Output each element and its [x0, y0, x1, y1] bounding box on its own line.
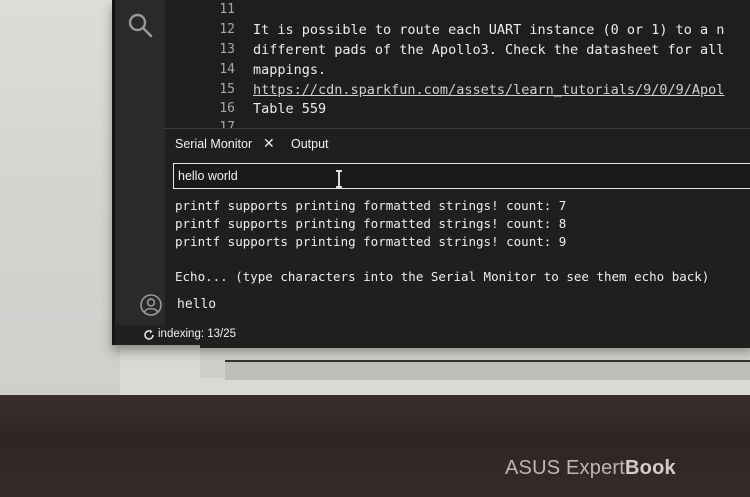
- line-number: 14: [219, 62, 235, 77]
- editor-line: 16 Table 559: [165, 101, 750, 121]
- indexing-status: indexing: 13/25: [158, 328, 237, 340]
- editor-line: 15 https://cdn.sparkfun.com/assets/learn…: [165, 82, 750, 102]
- serial-output-line: printf supports printing formatted strin…: [175, 216, 567, 231]
- line-number: 11: [219, 2, 235, 17]
- editor-line: 14 mappings.: [165, 62, 750, 82]
- editor-line: 17: [165, 120, 750, 128]
- serial-output-line: Echo... (type characters into the Serial…: [175, 269, 710, 284]
- account-icon[interactable]: [140, 294, 162, 316]
- tab-serial-monitor[interactable]: Serial Monitor: [175, 137, 252, 157]
- code-text: Table 559: [253, 101, 327, 117]
- line-number: 17: [219, 120, 235, 128]
- background-wall: [0, 0, 120, 400]
- line-number: 16: [219, 101, 235, 116]
- activity-bar: [115, 0, 165, 345]
- ide-window: 11 12 It is possible to route each UART …: [112, 0, 750, 345]
- laptop-bezel: [0, 395, 750, 497]
- bottom-panel: Serial Monitor ✕ Output printf supports …: [165, 128, 750, 319]
- code-editor[interactable]: 11 12 It is possible to route each UART …: [165, 0, 750, 128]
- serial-echo-text: hello: [177, 297, 217, 312]
- editor-line: 13 different pads of the Apollo3. Check …: [165, 42, 750, 62]
- code-text: It is possible to route each UART instan…: [253, 22, 725, 38]
- serial-output-line: printf supports printing formatted strin…: [175, 198, 567, 213]
- search-icon[interactable]: [127, 12, 153, 38]
- serial-output-line: printf supports printing formatted strin…: [175, 234, 567, 249]
- close-icon[interactable]: ✕: [263, 136, 275, 152]
- code-text: different pads of the Apollo3. Check the…: [253, 42, 725, 58]
- code-link[interactable]: https://cdn.sparkfun.com/assets/learn_tu…: [253, 82, 724, 98]
- line-number: 12: [219, 22, 235, 37]
- line-number: 13: [219, 42, 235, 57]
- screen-lower-edge-2: [225, 360, 750, 380]
- editor-line: 11: [165, 2, 750, 22]
- sync-icon: [144, 329, 154, 340]
- serial-input-box[interactable]: [173, 163, 750, 189]
- serial-message-input[interactable]: [178, 166, 578, 186]
- ibeam-cursor-icon: [336, 170, 342, 188]
- editor-line: 12 It is possible to route each UART ins…: [165, 22, 750, 42]
- status-bar: indexing: 13/25: [115, 325, 750, 345]
- line-number: 15: [219, 82, 235, 97]
- laptop-brand-logo: ASUS ExpertBook: [505, 457, 676, 479]
- tab-output[interactable]: Output: [291, 137, 329, 157]
- code-text: mappings.: [253, 62, 327, 78]
